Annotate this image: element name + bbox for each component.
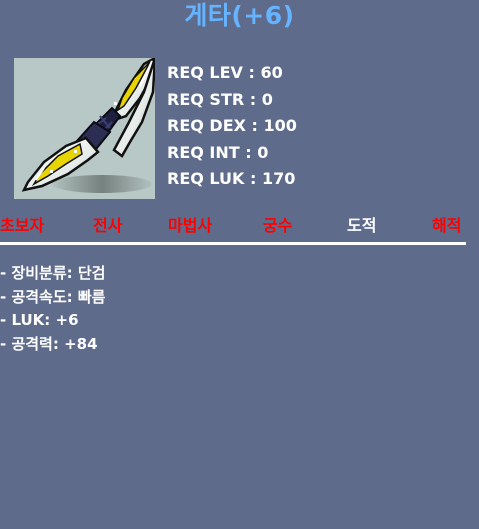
item-name: 게타(+6) — [184, 1, 295, 30]
job-pirate: 해적 — [432, 216, 462, 235]
stat-attack: - 공격력: +84 — [0, 334, 98, 353]
job-thief: 도적 — [347, 216, 377, 235]
req-int: REQ INT : 0 — [167, 142, 269, 162]
stat-luk: - LUK: +6 — [0, 311, 79, 329]
job-requirements-row: 초보자 전사 마법사 궁수 도적 해적 — [0, 212, 479, 240]
req-str: REQ STR : 0 — [167, 89, 273, 109]
dagger-icon — [21, 55, 157, 193]
item-stats-list: - 장비분류: 단검 - 공격속도: 빠름 - LUK: +6 - 공격력: +… — [0, 262, 105, 356]
job-bowman: 궁수 — [263, 216, 293, 235]
job-beginner: 초보자 — [0, 216, 45, 235]
job-magician: 마법사 — [168, 216, 213, 235]
item-image — [14, 55, 157, 199]
job-warrior: 전사 — [93, 216, 123, 235]
stat-category: - 장비분류: 단검 — [0, 264, 106, 282]
req-luk: REQ LUK : 170 — [167, 169, 296, 188]
req-dex: REQ DEX : 100 — [167, 116, 297, 135]
divider — [0, 242, 466, 245]
stat-attack-speed: - 공격속도: 빠름 — [0, 287, 106, 306]
requirements-list: REQ LEV : 60 REQ STR : 0 REQ DEX : 100 R… — [167, 60, 297, 193]
req-level: REQ LEV : 60 — [167, 63, 283, 82]
